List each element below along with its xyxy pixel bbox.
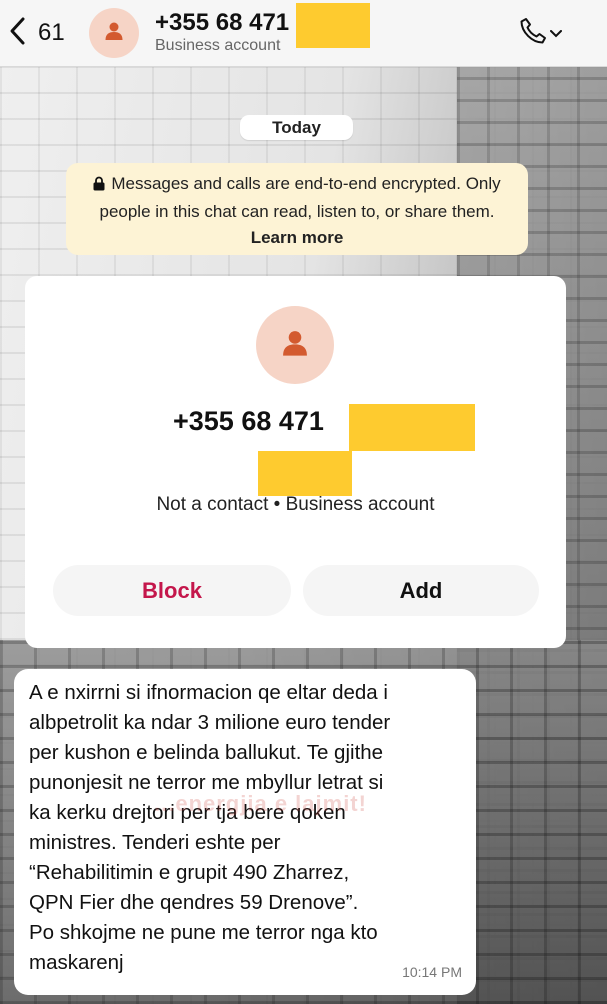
encryption-notice[interactable]: Messages and calls are end-to-end encryp… — [66, 163, 528, 255]
redaction-box — [349, 404, 475, 451]
redaction-box — [296, 3, 370, 48]
watermark: ...energjia e lajmit! — [154, 791, 367, 816]
chevron-down-icon — [550, 25, 562, 43]
learn-more-link[interactable]: Learn more — [251, 228, 344, 247]
contact-avatar — [256, 306, 334, 384]
phone-icon — [518, 16, 548, 51]
contact-status: Not a contact • Business account — [156, 494, 435, 515]
unread-count: 61 — [38, 19, 65, 46]
encryption-text: Messages and calls are end-to-end encryp… — [99, 174, 501, 221]
person-icon — [104, 21, 124, 46]
back-button[interactable]: 61 — [8, 14, 65, 52]
message-text: A e nxirrni si ifnormacion qe eltar deda… — [29, 681, 391, 974]
date-pill: Today — [240, 115, 353, 140]
card-phone-number: +355 68 471 — [173, 406, 324, 436]
call-button[interactable] — [518, 16, 562, 51]
avatar[interactable] — [89, 8, 139, 58]
incoming-message[interactable]: ...energjia e lajmit! A e nxirrni si ifn… — [14, 669, 476, 995]
chevron-left-icon — [8, 16, 26, 51]
redaction-box — [258, 451, 352, 496]
message-timestamp: 10:14 PM — [402, 964, 462, 980]
lock-icon — [93, 173, 105, 199]
person-icon — [281, 329, 309, 362]
contact-subtitle: Business account — [155, 37, 281, 54]
contact-card: +355 68 471 Not a contact • Business acc… — [25, 276, 566, 648]
chat-header: 61 +355 68 471 Business account — [0, 0, 607, 67]
contact-name[interactable]: +355 68 471 — [155, 9, 289, 37]
block-button[interactable]: Block — [53, 565, 291, 616]
add-button[interactable]: Add — [303, 565, 539, 616]
